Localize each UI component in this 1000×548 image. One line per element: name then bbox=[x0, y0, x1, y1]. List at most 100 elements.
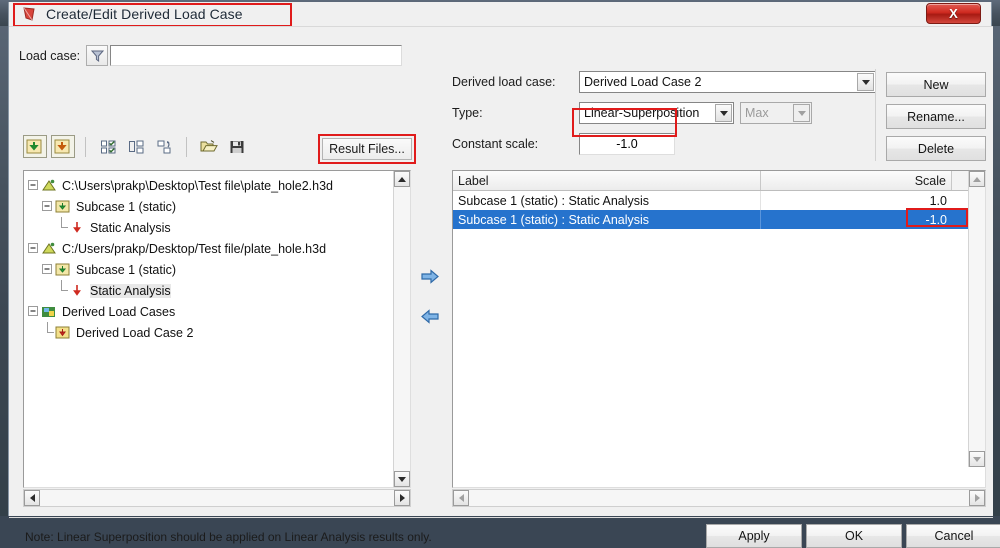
derived-folder-icon bbox=[41, 304, 57, 319]
tree-node-file-2[interactable]: C:/Users/prakp/Desktop/Test file/plate_h… bbox=[28, 238, 392, 259]
tree-elbow bbox=[56, 280, 69, 301]
tree-node-subcase-2[interactable]: Subcase 1 (static) bbox=[28, 259, 392, 280]
derived-load-case-value: Derived Load Case 2 bbox=[584, 75, 702, 89]
altair-hyperview-icon bbox=[21, 6, 38, 23]
envelope-value: Max bbox=[745, 106, 769, 120]
create-edit-derived-load-case-dialog: Create/Edit Derived Load Case X Load cas… bbox=[8, 2, 1000, 548]
dialog-title-bar[interactable]: Create/Edit Derived Load Case X bbox=[9, 2, 993, 26]
tree-scroll-up-button[interactable] bbox=[394, 171, 410, 187]
import-load-case-icon[interactable] bbox=[23, 135, 47, 158]
funnel-filter-icon[interactable] bbox=[86, 45, 109, 66]
tree-elbow bbox=[56, 217, 69, 238]
form-divider bbox=[875, 69, 876, 161]
arrow-right-icon[interactable] bbox=[417, 263, 443, 289]
type-combo[interactable]: Linear-Superposition bbox=[579, 102, 734, 124]
type-row: Type: Linear-Superposition Max bbox=[452, 102, 876, 124]
load-case-input[interactable] bbox=[110, 45, 403, 66]
envelope-combo: Max bbox=[740, 102, 812, 124]
tree-node-analysis-1[interactable]: Static Analysis bbox=[28, 217, 392, 238]
tree-node-label: C:/Users/prakp/Desktop/Test file/plate_h… bbox=[62, 241, 327, 256]
table-scroll-up-button[interactable] bbox=[969, 171, 985, 187]
subcase-icon bbox=[55, 262, 71, 277]
tree-node-label: C:\Users\prakp\Desktop\Test file\plate_h… bbox=[62, 178, 333, 193]
tree-node-label: Subcase 1 (static) bbox=[76, 262, 177, 277]
ok-button[interactable]: OK bbox=[806, 524, 902, 548]
expand-tree-icon[interactable] bbox=[124, 135, 148, 158]
toolbar-separator-2 bbox=[186, 136, 187, 157]
tree-node-label: Derived Load Case 2 bbox=[76, 325, 194, 340]
tree-horizontal-scrollbar[interactable] bbox=[23, 489, 411, 507]
new-button[interactable]: New bbox=[886, 72, 986, 97]
tree-node-analysis-2[interactable]: Static Analysis bbox=[28, 280, 392, 301]
move-buttons-column bbox=[417, 263, 445, 329]
tree-node-label: Derived Load Cases bbox=[62, 304, 176, 319]
cell-scale[interactable]: 1.0 bbox=[761, 191, 952, 210]
type-value: Linear-Superposition bbox=[584, 106, 700, 120]
tree-vertical-scrollbar[interactable] bbox=[393, 171, 410, 487]
chevron-down-icon[interactable] bbox=[715, 104, 732, 122]
type-label: Type: bbox=[452, 106, 483, 120]
constant-scale-label: Constant scale: bbox=[452, 137, 539, 151]
tree-node-derived-load-cases[interactable]: Derived Load Cases bbox=[28, 301, 392, 322]
column-header-label[interactable]: Label bbox=[453, 171, 761, 190]
analysis-icon bbox=[69, 220, 85, 235]
table-scroll-right-button[interactable] bbox=[969, 490, 985, 506]
constant-scale-row: Constant scale: bbox=[452, 133, 876, 155]
select-all-icon[interactable] bbox=[96, 135, 120, 158]
cell-label: Subcase 1 (static) : Static Analysis bbox=[453, 210, 761, 229]
footer-note: Note: Linear Superposition should be app… bbox=[25, 530, 432, 544]
arrow-left-icon[interactable] bbox=[417, 303, 443, 329]
tree-node-label: Subcase 1 (static) bbox=[76, 199, 177, 214]
analysis-icon bbox=[69, 283, 85, 298]
close-button[interactable]: X bbox=[926, 3, 981, 24]
side-buttons-group: New Rename... Delete bbox=[886, 72, 986, 168]
open-file-icon[interactable] bbox=[197, 135, 221, 158]
chevron-down-icon bbox=[793, 104, 810, 122]
expand-collapse-icon[interactable] bbox=[28, 180, 39, 191]
result-file-icon bbox=[41, 178, 57, 193]
refresh-icon[interactable] bbox=[152, 135, 176, 158]
column-header-scale[interactable]: Scale bbox=[761, 171, 952, 190]
table-body[interactable]: Subcase 1 (static) : Static Analysis 1.0… bbox=[453, 191, 968, 467]
expand-collapse-icon[interactable] bbox=[28, 243, 39, 254]
rename-button[interactable]: Rename... bbox=[886, 104, 986, 129]
tree-scroll-down-button[interactable] bbox=[394, 471, 410, 487]
apply-button[interactable]: Apply bbox=[706, 524, 802, 548]
table-horizontal-scrollbar[interactable] bbox=[452, 489, 986, 507]
result-files-button[interactable]: Result Files... bbox=[322, 138, 412, 160]
toolbar-separator-1 bbox=[85, 136, 86, 157]
export-load-case-icon[interactable] bbox=[51, 135, 75, 158]
result-tree-panel: C:\Users\prakp\Desktop\Test file\plate_h… bbox=[23, 170, 411, 488]
derived-load-case-form: Derived load case: Derived Load Case 2 T… bbox=[452, 71, 876, 164]
table-row[interactable]: Subcase 1 (static) : Static Analysis -1.… bbox=[453, 210, 968, 229]
table-scroll-left-button[interactable] bbox=[453, 490, 469, 506]
table-header: Label Scale bbox=[453, 171, 985, 191]
tree-node-file-1[interactable]: C:\Users\prakp\Desktop\Test file\plate_h… bbox=[28, 175, 392, 196]
derived-load-case-label: Derived load case: bbox=[452, 75, 556, 89]
derived-load-case-table: Label Scale Subcase 1 (static) : Static … bbox=[452, 170, 986, 488]
derived-load-case-combo[interactable]: Derived Load Case 2 bbox=[579, 71, 876, 93]
table-row[interactable]: Subcase 1 (static) : Static Analysis 1.0 bbox=[453, 191, 968, 210]
expand-collapse-icon[interactable] bbox=[42, 264, 53, 275]
tree-scroll-right-button[interactable] bbox=[394, 490, 410, 506]
expand-collapse-icon[interactable] bbox=[28, 306, 39, 317]
tree-node-label: Static Analysis bbox=[90, 283, 171, 298]
save-file-icon[interactable] bbox=[225, 135, 249, 158]
expand-collapse-icon[interactable] bbox=[42, 201, 53, 212]
tree-node-label: Static Analysis bbox=[90, 220, 171, 235]
tree-node-subcase-1[interactable]: Subcase 1 (static) bbox=[28, 196, 392, 217]
table-vertical-scrollbar[interactable] bbox=[968, 171, 985, 467]
load-case-row: Load case: bbox=[19, 45, 403, 66]
constant-scale-input[interactable] bbox=[579, 133, 675, 155]
derived-case-icon bbox=[55, 325, 71, 340]
footer-divider bbox=[9, 517, 993, 518]
table-scroll-down-button[interactable] bbox=[969, 451, 985, 467]
delete-button[interactable]: Delete bbox=[886, 136, 986, 161]
tree-elbow bbox=[42, 322, 55, 343]
tree-node-derived-load-case-2[interactable]: Derived Load Case 2 bbox=[28, 322, 392, 343]
chevron-down-icon[interactable] bbox=[857, 73, 874, 91]
tree-scroll-left-button[interactable] bbox=[24, 490, 40, 506]
cancel-button[interactable]: Cancel bbox=[906, 524, 1000, 548]
cell-scale[interactable]: -1.0 bbox=[761, 210, 952, 229]
result-tree[interactable]: C:\Users\prakp\Desktop\Test file\plate_h… bbox=[24, 171, 392, 487]
